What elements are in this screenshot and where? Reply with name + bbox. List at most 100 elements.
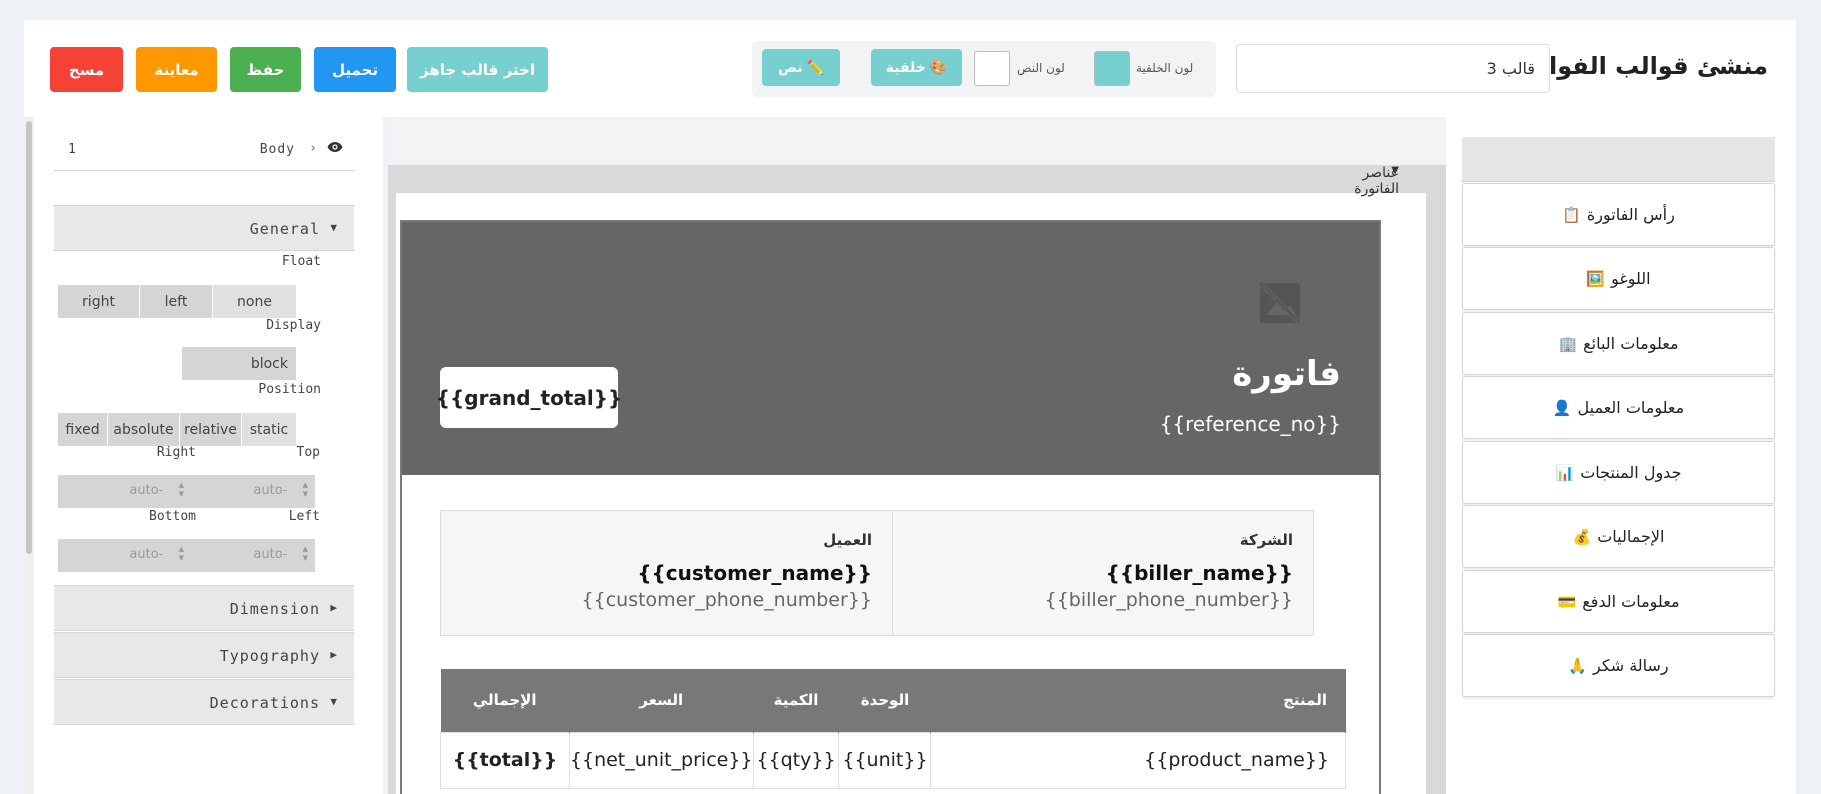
preview-button[interactable]: معاينة [136,47,217,92]
eye-icon[interactable] [327,141,343,157]
load-button[interactable]: تحميل [314,47,396,92]
block-seller-info[interactable]: معلومات البائع 🏢 [1462,312,1775,375]
spinner-icon[interactable]: ▲ ▼ [179,481,184,499]
position-static-option[interactable]: static [242,413,296,446]
user-icon: 👤 [1552,398,1572,417]
left-value: auto [253,547,283,562]
display-label: Display [266,318,321,333]
decorations-section-header[interactable]: Decorations ▼ [54,679,354,725]
bottom-value: auto [129,547,159,562]
text-color-swatch[interactable] [974,51,1010,86]
block-label: جدول المنتجات [1580,463,1682,482]
invoice-template[interactable]: فاتورة {{reference_no}} {{grand_total}} … [400,220,1381,794]
caret-right-icon: ▶ [330,601,338,614]
bg-color-swatch[interactable] [1094,51,1130,86]
col-unit[interactable]: الوحدة [838,669,932,732]
position-relative-option[interactable]: relative [180,413,242,446]
typography-section-label: Typography [219,647,320,665]
chevron-right-icon: › [309,141,317,156]
bottom-input[interactable]: auto- ▲ ▼ [58,539,191,572]
biller-phone[interactable]: {{biller_phone_number}} [882,589,1293,611]
grand-total-box[interactable]: {{grand_total}} [436,367,622,428]
general-section-header[interactable]: General ▼ [54,205,354,251]
top-label: Top [296,445,320,460]
float-label: Float [281,254,321,269]
cell-unit[interactable]: {{unit}} [838,731,932,789]
biller-name[interactable]: {{biller_name}} [882,561,1293,585]
position-absolute-option[interactable]: absolute [108,413,180,446]
col-price[interactable]: السعر [569,669,754,732]
background-mode-button[interactable]: 🎨 خلفية [871,49,962,86]
col-product[interactable]: المنتج [930,669,1346,732]
position-fixed-option[interactable]: fixed [58,413,108,446]
spinner-icon[interactable]: ▲ ▼ [303,481,308,499]
selector-breadcrumb: 1 Body › [54,117,355,171]
selector-value: 1 [68,142,76,157]
dimension-section-header[interactable]: Dimension ▶ [54,585,354,631]
picture-icon: 🖼️ [1586,269,1606,288]
image-placeholder-icon[interactable] [1254,277,1306,329]
invoice-reference[interactable]: {{reference_no}} [1160,412,1341,436]
block-label: معلومات الدفع [1582,592,1680,611]
invoice-header[interactable]: فاتورة {{reference_no}} {{grand_total}} [402,222,1379,475]
dimension-section-label: Dimension [229,600,320,618]
left-input[interactable]: auto- ▲ ▼ [182,539,315,572]
scrollbar-thumb[interactable] [26,121,32,554]
save-button[interactable]: حفظ [230,47,301,92]
block-payment-info[interactable]: معلومات الدفع 💳 [1462,570,1775,633]
block-logo[interactable]: اللوغو 🖼️ [1462,247,1775,310]
display-select[interactable]: block [182,347,296,380]
block-label: الإجماليات [1597,527,1665,546]
company-info[interactable]: الشركة {{biller_name}} {{biller_phone_nu… [861,510,1314,636]
cell-price[interactable]: {{net_unit_price}} [568,731,754,789]
block-label: رسالة شكر [1593,656,1669,675]
table-row: {{product_name}} {{unit}} {{qty}} {{net_… [440,731,1346,789]
block-totals[interactable]: الإجماليات 💰 [1462,505,1775,568]
caret-down-icon: ▼ [330,695,338,708]
background-mode-label: خلفية [885,59,926,76]
breadcrumb-body[interactable]: Body [260,142,295,157]
right-input[interactable]: auto- ▲ ▼ [58,475,191,508]
blocks-panel: ▼ عناصر الفاتورة رأس الفاتورة 📋 اللوغو 🖼️ مع… [1354,117,1796,794]
general-section-label: General [249,220,320,238]
text-mode-button[interactable]: ✏️ نص [762,49,840,86]
customer-label: العميل [823,531,872,549]
float-none-option[interactable]: none [213,285,296,318]
cell-product-name[interactable]: {{product_name}} [930,731,1346,789]
template-name-input[interactable] [1236,44,1550,93]
typography-section-header[interactable]: Typography ▶ [54,632,354,678]
style-manager-panel: 1 Body › General ▼ Float right left none… [24,117,383,794]
pick-template-button[interactable]: اختر قالب جاهز [407,47,548,92]
block-customer-info[interactable]: معلومات العميل 👤 [1462,376,1775,439]
customer-info[interactable]: العميل {{customer_name}} {{customer_phon… [440,510,893,636]
block-products-table[interactable]: جدول المنتجات 📊 [1462,441,1775,504]
pencil-icon: ✏️ [806,59,824,76]
top-input[interactable]: auto- ▲ ▼ [182,475,315,508]
blocks-category-header[interactable]: ▼ عناصر الفاتورة [1354,137,1775,197]
cell-qty[interactable]: {{qty}} [752,731,840,789]
block-thank-you[interactable]: رسالة شكر 🙏 [1462,634,1775,697]
money-bag-icon: 💰 [1572,527,1592,546]
customer-name[interactable]: {{customer_name}} [461,561,872,585]
products-table[interactable]: المنتج الوحدة الكمية السعر الإجمالي {{pr… [440,669,1346,789]
block-label: معلومات العميل [1577,398,1685,417]
bottom-label: Bottom [149,509,196,524]
company-label: الشركة [1239,531,1293,549]
invoice-title[interactable]: فاتورة [1232,354,1341,394]
table-header-row: المنتج الوحدة الكمية السعر الإجمالي [440,669,1346,732]
float-left-option[interactable]: left [140,285,213,318]
block-label: اللوغو [1611,269,1651,288]
col-total[interactable]: الإجمالي [440,669,570,732]
spinner-icon[interactable]: ▲ ▼ [303,545,308,563]
block-label: رأس الفاتورة [1586,205,1675,224]
customer-phone[interactable]: {{customer_phone_number}} [461,589,872,611]
office-icon: 🏢 [1558,334,1578,353]
col-qty[interactable]: الكمية [753,669,840,732]
block-invoice-header[interactable]: رأس الفاتورة 📋 [1462,183,1775,246]
top-bar: منشئ قوالب الفواتير لون الخلفية لون النص… [24,20,1796,117]
spinner-icon[interactable]: ▲ ▼ [179,545,184,563]
clear-button[interactable]: مسح [50,47,123,92]
float-right-option[interactable]: right [58,285,140,318]
panel-scrollbar[interactable] [24,117,34,794]
cell-total[interactable]: {{total}} [440,731,570,789]
